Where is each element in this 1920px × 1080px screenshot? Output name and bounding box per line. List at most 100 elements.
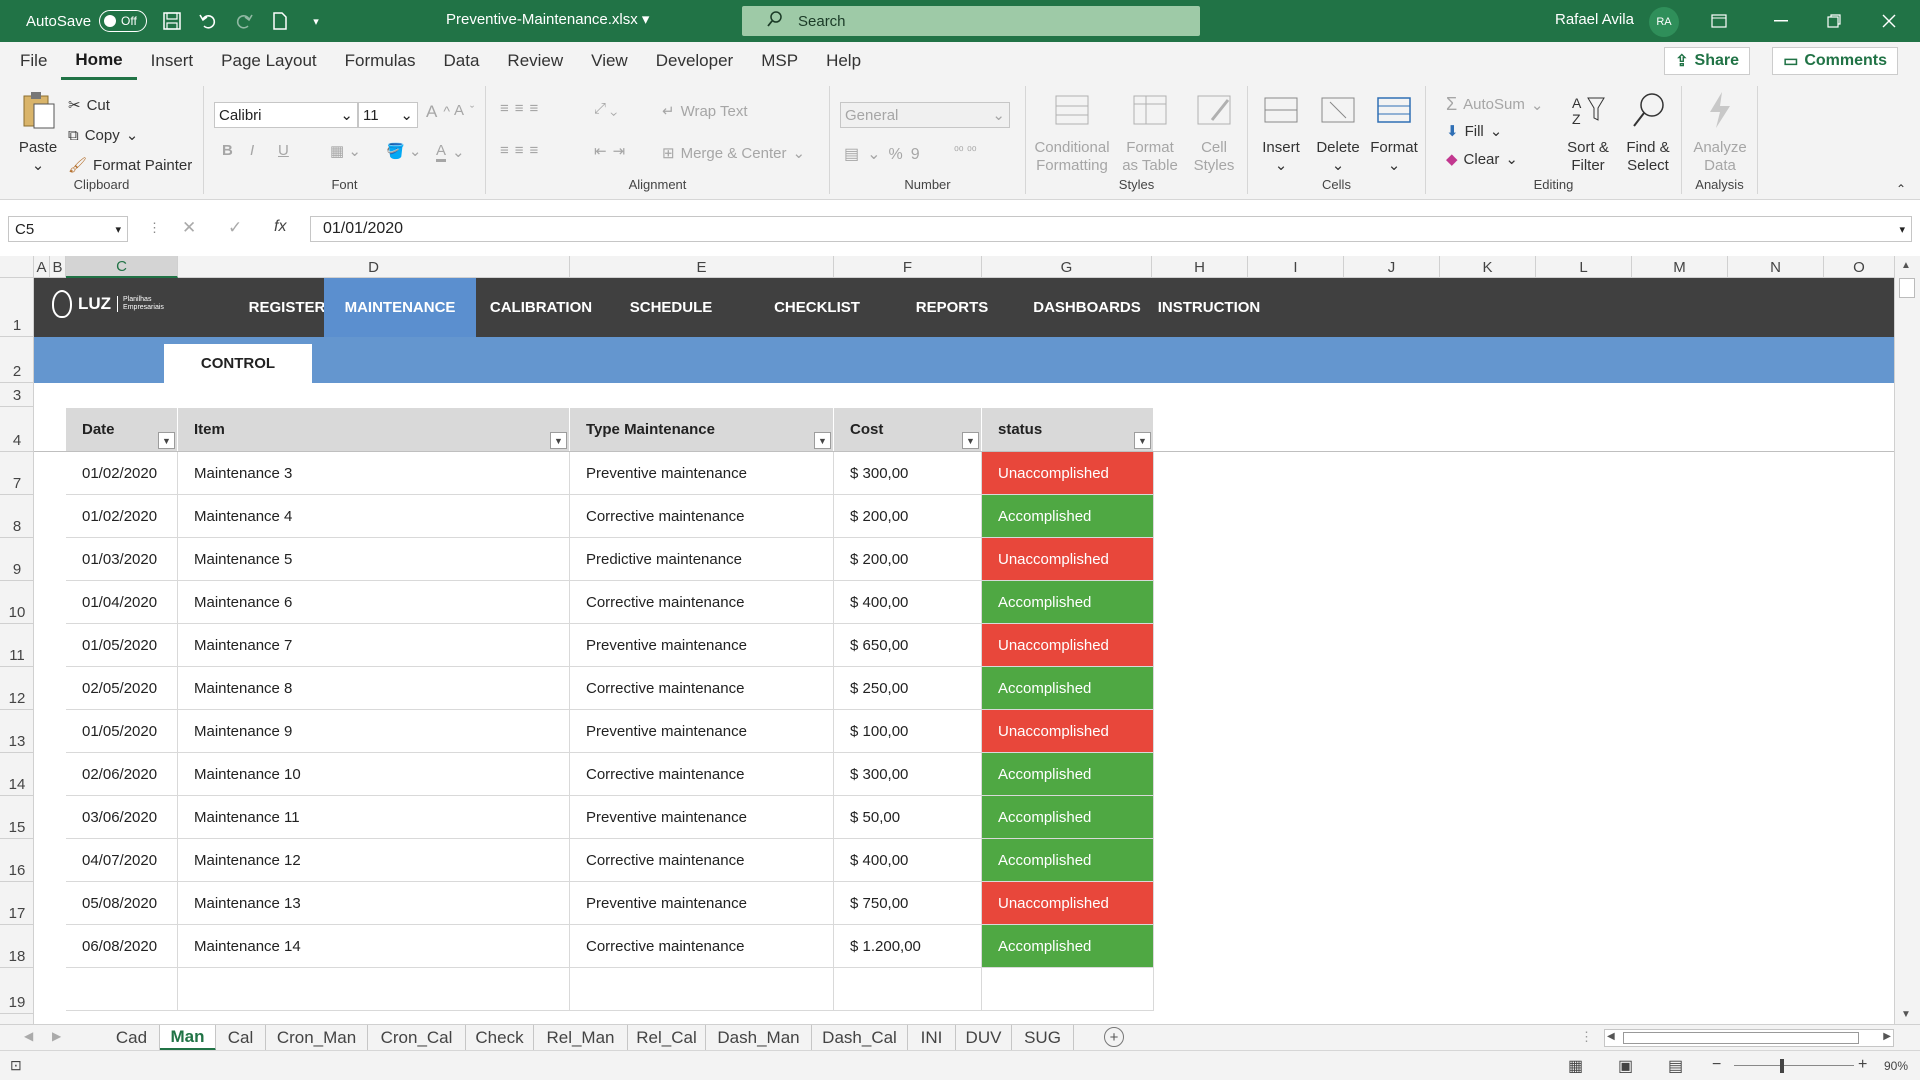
menu-insert[interactable]: Insert: [137, 42, 208, 80]
paste-button[interactable]: Paste ⌄: [14, 90, 62, 175]
cell-item[interactable]: Maintenance 5: [178, 538, 570, 581]
increase-font-icon[interactable]: A ^: [426, 102, 450, 122]
collapse-ribbon-icon[interactable]: ⌃: [1896, 182, 1906, 196]
menu-formulas[interactable]: Formulas: [331, 42, 430, 80]
column-header-a[interactable]: A: [34, 256, 50, 278]
column-header-h[interactable]: H: [1152, 256, 1248, 278]
row-header[interactable]: 11: [0, 624, 34, 667]
horizontal-scroll-thumb[interactable]: [1623, 1032, 1859, 1044]
normal-view-icon[interactable]: ▦: [1568, 1056, 1583, 1076]
cell-status[interactable]: Accomplished: [982, 581, 1154, 624]
row-header[interactable]: 19: [0, 968, 34, 1014]
bold-button[interactable]: B: [222, 142, 233, 159]
cell-type[interactable]: Preventive maintenance: [570, 710, 834, 753]
menu-msp[interactable]: MSP: [747, 42, 812, 80]
nav-tab-calibration[interactable]: CALIBRATION: [476, 278, 606, 337]
tab-splitter-icon[interactable]: ⋮: [1580, 1029, 1593, 1045]
column-header-j[interactable]: J: [1344, 256, 1440, 278]
sheet-tab[interactable]: Rel_Cal: [628, 1025, 706, 1051]
copy-button[interactable]: ⧉ Copy ⌄: [68, 126, 138, 145]
sheet-tab[interactable]: Dash_Cal: [812, 1025, 908, 1051]
filter-dropdown-icon[interactable]: ▼: [158, 432, 175, 449]
filter-dropdown-icon[interactable]: ▼: [814, 432, 831, 449]
cell-item[interactable]: Maintenance 8: [178, 667, 570, 710]
cell-cost[interactable]: $ 100,00: [834, 710, 982, 753]
cell-status[interactable]: Accomplished: [982, 753, 1154, 796]
cell-item[interactable]: Maintenance 4: [178, 495, 570, 538]
sheet-tab[interactable]: Cad: [104, 1025, 160, 1051]
sheet-tab[interactable]: Cron_Cal: [368, 1025, 466, 1051]
row-header[interactable]: 3: [0, 383, 34, 407]
tab-scroll-left-icon[interactable]: ◀: [24, 1029, 33, 1043]
empty-cell[interactable]: [178, 968, 570, 1011]
wrap-text-button[interactable]: ↵ Wrap Text: [662, 102, 748, 121]
cell-date[interactable]: 01/05/2020: [66, 624, 178, 667]
avatar[interactable]: RA: [1649, 7, 1679, 37]
cell-date[interactable]: 04/07/2020: [66, 839, 178, 882]
cell-item[interactable]: Maintenance 3: [178, 452, 570, 495]
new-file-icon[interactable]: [269, 10, 291, 32]
cell-date[interactable]: 01/04/2020: [66, 581, 178, 624]
font-color-icon[interactable]: A ⌄: [436, 142, 465, 162]
borders-icon[interactable]: ▦ ⌄: [330, 142, 361, 160]
menu-review[interactable]: Review: [493, 42, 577, 80]
indent-icons[interactable]: ⇤⇥: [594, 142, 631, 160]
minimize-icon[interactable]: [1758, 0, 1804, 42]
sheet-tab[interactable]: SUG: [1012, 1025, 1074, 1051]
filter-dropdown-icon[interactable]: ▼: [1134, 432, 1151, 449]
horizontal-align-icons[interactable]: ≡≡≡: [500, 142, 544, 159]
cell-cost[interactable]: $ 50,00: [834, 796, 982, 839]
subtab-control[interactable]: CONTROL: [164, 344, 312, 383]
menu-file[interactable]: File: [6, 42, 61, 80]
column-header-l[interactable]: L: [1536, 256, 1632, 278]
autosum-button[interactable]: Σ AutoSum ⌄: [1446, 94, 1543, 115]
cell-date[interactable]: 01/02/2020: [66, 452, 178, 495]
decimal-icons[interactable]: ⁰⁰ ⁰⁰: [954, 144, 977, 158]
cell-status[interactable]: Unaccomplished: [982, 452, 1154, 495]
cell-item[interactable]: Maintenance 14: [178, 925, 570, 968]
cell-type[interactable]: Corrective maintenance: [570, 839, 834, 882]
cell-status[interactable]: Accomplished: [982, 925, 1154, 968]
redo-icon[interactable]: [233, 10, 255, 32]
cell-styles-button[interactable]: Cell Styles: [1186, 90, 1242, 175]
column-header-d[interactable]: D: [178, 256, 570, 278]
cancel-icon[interactable]: ✕: [182, 218, 196, 238]
column-header-c[interactable]: C: [66, 256, 178, 278]
row-header[interactable]: 17: [0, 882, 34, 925]
row-header[interactable]: 7: [0, 452, 34, 495]
cell-cost[interactable]: $ 400,00: [834, 581, 982, 624]
cell-cost[interactable]: $ 650,00: [834, 624, 982, 667]
cell-status[interactable]: Accomplished: [982, 495, 1154, 538]
scroll-thumb[interactable]: [1899, 278, 1915, 298]
cell-date[interactable]: 02/06/2020: [66, 753, 178, 796]
zoom-out-icon[interactable]: −: [1712, 1056, 1721, 1074]
cell-type[interactable]: Predictive maintenance: [570, 538, 834, 581]
zoom-in-icon[interactable]: +: [1858, 1056, 1867, 1074]
format-button[interactable]: Format ⌄: [1366, 90, 1422, 175]
autosave[interactable]: AutoSave Off: [26, 10, 148, 32]
row-header[interactable]: 9: [0, 538, 34, 581]
sort-filter-button[interactable]: A Z Sort & Filter: [1560, 90, 1616, 175]
conditional-formatting-button[interactable]: Conditional Formatting: [1032, 90, 1112, 175]
empty-cell[interactable]: [982, 968, 1154, 1011]
sheet-tab[interactable]: Cron_Man: [266, 1025, 368, 1051]
empty-cell[interactable]: [834, 968, 982, 1011]
row-header[interactable]: 1: [0, 278, 34, 337]
cut-button[interactable]: ✂ Cut: [68, 96, 110, 115]
cell-date[interactable]: 03/06/2020: [66, 796, 178, 839]
autosave-toggle[interactable]: Off: [99, 10, 148, 32]
save-icon[interactable]: [161, 10, 183, 32]
cell-status[interactable]: Unaccomplished: [982, 882, 1154, 925]
format-painter-button[interactable]: 🖌 Format Painter: [68, 156, 192, 175]
empty-cell[interactable]: [570, 968, 834, 1011]
nav-tab-maintenance[interactable]: MAINTENANCE: [324, 278, 476, 337]
row-header[interactable]: 12: [0, 667, 34, 710]
cell-cost[interactable]: $ 750,00: [834, 882, 982, 925]
menu-home[interactable]: Home: [61, 42, 137, 80]
number-format-icons[interactable]: ▤⌄%9: [844, 144, 928, 164]
insert-button[interactable]: Insert ⌄: [1256, 90, 1306, 175]
function-icon[interactable]: fx: [274, 218, 286, 236]
share-button[interactable]: ⇪ Share: [1664, 47, 1750, 75]
cell-date[interactable]: 06/08/2020: [66, 925, 178, 968]
restore-icon[interactable]: [1811, 0, 1857, 42]
